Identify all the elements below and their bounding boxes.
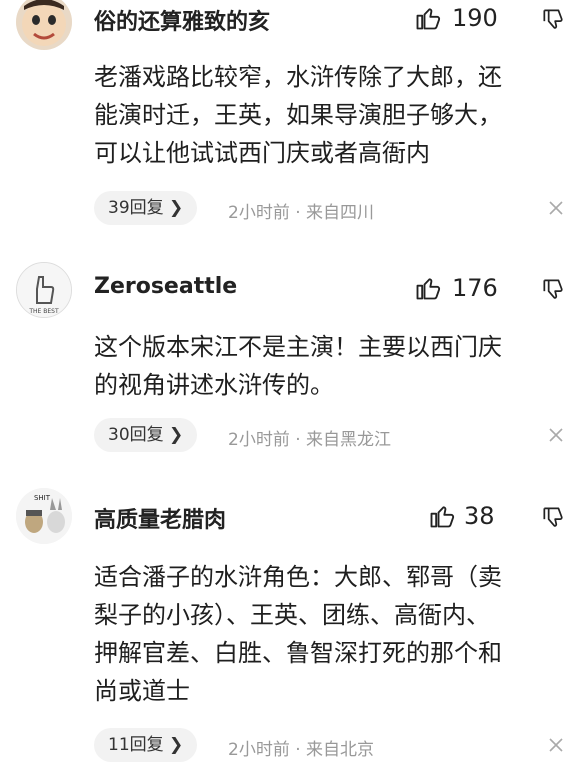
username[interactable]: 高质量老腊肉 [94, 502, 226, 534]
comment-line: 可以让他试试西门庆或者高衙内 [94, 139, 430, 167]
reply-count-button[interactable]: 11回复 ❯ [94, 728, 198, 762]
comment-meta: 2小时前 · 来自黑龙江 [228, 430, 392, 450]
comment-line: 的视角讲述水浒传的。 [94, 371, 334, 399]
comment-text: 老潘戏路比较窄，水浒传除了大郎，还 能演时迁，王英，如果导演胆子够大， 可以让他… [94, 58, 564, 172]
comment-line: 能演时迁，王英，如果导演胆子够大， [94, 101, 502, 129]
close-icon[interactable] [548, 737, 564, 753]
chevron-right-icon: ❯ [169, 198, 184, 218]
comment-line: 老潘戏路比较窄，水浒传除了大郎，还 [94, 63, 502, 91]
like-count: 176 [452, 274, 498, 302]
avatar[interactable] [16, 0, 72, 50]
reply-count-label: 11回复 [108, 735, 164, 755]
comment-line: 押解官差、白胜、鲁智深打死的那个和 [94, 639, 502, 667]
close-icon[interactable] [548, 200, 564, 216]
comment-meta: 2小时前 · 来自四川 [228, 203, 375, 223]
thumbs-up-icon[interactable] [414, 274, 442, 302]
comment-line: 尚或道士 [94, 677, 190, 705]
comment-line: 梨子的小孩）、王英、团练、高衙内、 [94, 601, 490, 629]
thumbs-down-icon[interactable] [540, 504, 566, 530]
reply-count-button[interactable]: 30回复 ❯ [94, 418, 198, 452]
close-icon[interactable] [548, 427, 564, 443]
avatar-text: THE BEST [28, 308, 59, 315]
thumbs-down-icon[interactable] [540, 6, 566, 32]
thumbs-down-icon[interactable] [540, 276, 566, 302]
comment-line: 这个版本宋江不是主演！主要以西门庆 [94, 333, 502, 361]
comment-text: 适合潘子的水浒角色：大郎、郓哥（卖 梨子的小孩）、王英、团练、高衙内、 押解官差… [94, 558, 564, 710]
chevron-right-icon: ❯ [169, 735, 184, 755]
reply-count-label: 39回复 [108, 198, 164, 218]
username[interactable]: 俗的还算雅致的亥 [94, 4, 270, 36]
reply-count-button[interactable]: 39回复 ❯ [94, 191, 198, 225]
comment-text: 这个版本宋江不是主演！主要以西门庆 的视角讲述水浒传的。 [94, 328, 564, 404]
avatar-text: SHIT [34, 494, 51, 502]
avatar[interactable]: THE BEST [16, 262, 72, 318]
comment-line: 适合潘子的水浒角色：大郎、郓哥（卖 [94, 563, 502, 591]
avatar[interactable]: SHIT [16, 488, 72, 544]
comment-meta: 2小时前 · 来自北京 [228, 740, 375, 760]
reply-count-label: 30回复 [108, 425, 164, 445]
thumbs-up-icon[interactable] [428, 502, 456, 530]
username[interactable]: Zeroseattle [94, 274, 237, 299]
like-count: 38 [464, 502, 495, 530]
thumbs-up-icon[interactable] [414, 4, 442, 32]
like-count: 190 [452, 4, 498, 32]
chevron-right-icon: ❯ [169, 425, 184, 445]
